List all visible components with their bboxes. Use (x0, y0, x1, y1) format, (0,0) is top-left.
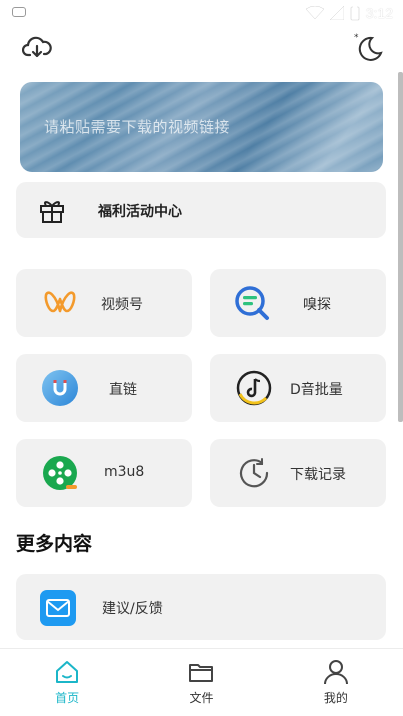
folder-icon (189, 664, 214, 682)
tile-download-history[interactable]: 下载记录 (210, 439, 386, 507)
more-content-heading: 更多内容 (16, 533, 93, 555)
feedback-label: 建议/反馈 (102, 601, 163, 617)
mail-icon (40, 590, 76, 626)
welfare-label: 福利活动中心 (98, 204, 182, 220)
battery-icon (350, 5, 360, 21)
history-clock-icon (239, 458, 269, 488)
nav-files[interactable]: 文件 (134, 649, 268, 716)
cloud-download-icon[interactable] (22, 33, 52, 63)
profile-icon (323, 660, 348, 685)
tile-sniff[interactable]: 嗅探 (210, 269, 386, 337)
status-right: 3:12 (305, 5, 393, 21)
nav-home[interactable]: 首页 (0, 649, 134, 716)
scrollbar[interactable] (398, 72, 403, 422)
night-mode-icon[interactable]: * (352, 31, 386, 65)
film-reel-icon (43, 456, 77, 490)
bottom-nav: 首页 文件 我的 (0, 648, 403, 716)
nav-label: 首页 (55, 691, 80, 705)
welfare-center-card[interactable]: 福利活动中心 (16, 182, 386, 238)
signal-icon (329, 6, 344, 20)
tile-m3u8[interactable]: m3u8 (16, 439, 192, 507)
status-bar: 3:12 (0, 0, 403, 28)
tile-video-account[interactable]: 视频号 (16, 269, 192, 337)
tile-douyin-batch[interactable]: D音批量 (210, 354, 386, 422)
tile-label: D音批量 (290, 382, 343, 398)
butterfly-icon (44, 291, 76, 313)
tile-label: 直链 (109, 382, 137, 398)
home-icon (56, 661, 79, 683)
nav-label: 我的 (323, 691, 348, 705)
status-time: 3:12 (365, 5, 393, 21)
tile-label: 嗅探 (303, 297, 331, 313)
music-note-icon (236, 370, 272, 406)
nav-label: 文件 (189, 691, 214, 705)
sniff-search-icon (235, 286, 269, 320)
top-bar: * (0, 28, 403, 72)
wifi-icon (305, 6, 324, 20)
feedback-card[interactable]: 建议/反馈 (16, 574, 386, 640)
tile-label: 视频号 (101, 297, 143, 313)
link-paste-banner[interactable]: 请粘贴需要下载的视频链接 (20, 82, 383, 172)
link-input-placeholder[interactable]: 请粘贴需要下载的视频链接 (44, 116, 230, 137)
tile-label: m3u8 (104, 464, 145, 480)
tile-direct-link[interactable]: 直链 (16, 354, 192, 422)
tile-label: 下载记录 (290, 467, 346, 483)
notification-icon (12, 7, 26, 17)
magnet-link-icon (42, 370, 78, 406)
gift-icon (40, 201, 64, 223)
nav-profile[interactable]: 我的 (269, 649, 403, 716)
svg-text:*: * (354, 33, 359, 43)
